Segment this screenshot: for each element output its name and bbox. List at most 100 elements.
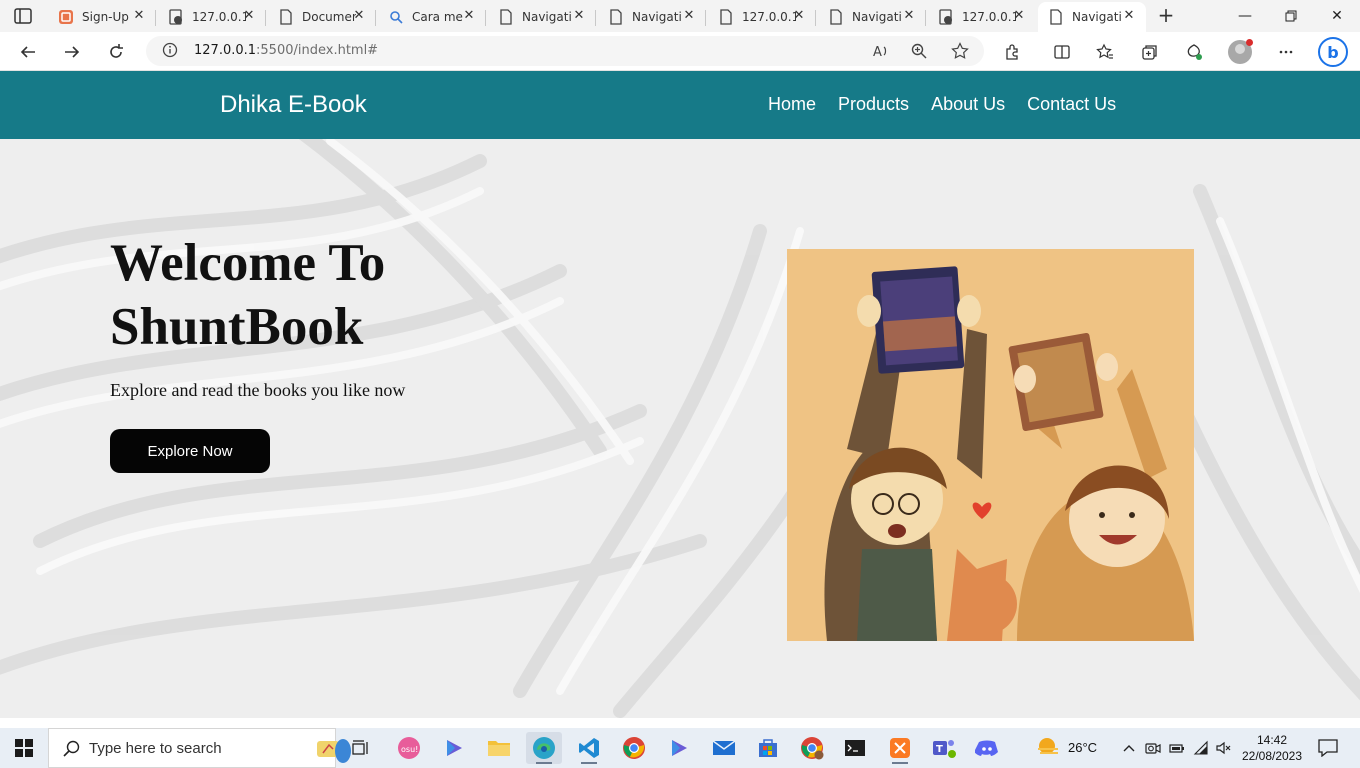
browser-tab[interactable]: Navigati ✕ — [598, 4, 706, 30]
tab-actions-icon[interactable] — [12, 7, 34, 25]
info-icon[interactable] — [162, 42, 178, 58]
notification-center-icon[interactable] — [1318, 739, 1338, 757]
show-hidden-icons-icon[interactable] — [1121, 740, 1137, 756]
mail-icon[interactable] — [706, 732, 742, 764]
split-screen-icon[interactable] — [1049, 39, 1075, 65]
browser-tab[interactable]: Navigati ✕ — [488, 4, 596, 30]
nav-about-us[interactable]: About Us — [931, 94, 1005, 115]
system-clock[interactable]: 14:42 22/08/2023 — [1236, 732, 1308, 764]
xampp-icon[interactable] — [882, 732, 918, 764]
battery-icon[interactable] — [1169, 740, 1185, 756]
hero-subtitle: Explore and read the books you like now — [110, 380, 406, 400]
tab-title: Navigati — [852, 10, 902, 24]
tab-close-icon[interactable]: ✕ — [462, 9, 476, 23]
sign-up-favicon-icon — [58, 9, 74, 25]
task-view-icon[interactable] — [342, 732, 378, 764]
site-nav: Home Products About Us Contact Us — [768, 94, 1116, 115]
nav-home[interactable]: Home — [768, 94, 816, 115]
forward-button[interactable] — [59, 39, 85, 65]
vscode-icon[interactable] — [571, 732, 607, 764]
restore-button[interactable] — [1268, 0, 1314, 32]
tab-close-icon[interactable]: ✕ — [242, 9, 256, 23]
weather-temperature[interactable]: 26°C — [1068, 740, 1097, 755]
hero-title-line-1: Welcome To — [110, 234, 386, 292]
edge-browser-icon[interactable] — [526, 732, 562, 764]
tab-title: Cara me — [412, 10, 463, 24]
page-favicon-icon — [1048, 9, 1064, 25]
close-window-button[interactable]: ✕ — [1314, 0, 1360, 32]
page-bottom-gap — [0, 718, 1360, 728]
tab-close-icon[interactable]: ✕ — [352, 9, 366, 23]
tab-close-icon[interactable]: ✕ — [1012, 9, 1026, 23]
back-button[interactable] — [15, 39, 41, 65]
bing-copilot-icon[interactable]: b — [1318, 37, 1348, 67]
terminal-icon[interactable] — [837, 732, 873, 764]
browser-tab-active[interactable]: Navigati ✕ — [1038, 2, 1146, 32]
volume-muted-icon[interactable] — [1215, 740, 1231, 756]
store-icon[interactable] — [750, 732, 786, 764]
svg-text:T: T — [936, 744, 943, 755]
new-tab-button[interactable]: + — [1154, 4, 1178, 28]
page-favicon-icon — [278, 9, 294, 25]
read-aloud-icon[interactable]: A — [868, 38, 894, 64]
browser-tab[interactable]: Document ✕ — [268, 4, 376, 30]
taskbar-search-box[interactable]: Type here to search — [48, 728, 351, 768]
refresh-button[interactable] — [103, 39, 129, 65]
hero-title: Welcome To ShuntBook — [110, 231, 530, 359]
url-text[interactable]: 127.0.0.1:5500/index.html# — [194, 43, 378, 58]
more-options-icon[interactable] — [1273, 39, 1299, 65]
notification-dot — [1246, 39, 1253, 46]
explore-now-button[interactable]: Explore Now — [110, 429, 270, 473]
tab-close-icon[interactable]: ✕ — [572, 9, 586, 23]
start-button[interactable] — [0, 728, 48, 768]
extensions-icon[interactable] — [1000, 39, 1026, 65]
power-automate-icon[interactable] — [436, 732, 472, 764]
url-host: 127.0.0.1 — [194, 43, 257, 58]
tab-close-icon[interactable]: ✕ — [792, 9, 806, 23]
minimize-button[interactable]: — — [1222, 0, 1268, 32]
address-bar[interactable]: 127.0.0.1:5500/index.html# A — [146, 36, 984, 66]
browser-tab[interactable]: 127.0.0.1 ✕ — [708, 4, 816, 30]
browser-tab[interactable]: 127.0.0.1 ✕ — [158, 4, 266, 30]
tab-close-icon[interactable]: ✕ — [132, 9, 146, 23]
tab-close-icon[interactable]: ✕ — [902, 9, 916, 23]
favorite-star-icon[interactable] — [947, 38, 973, 64]
local-server-favicon-icon — [168, 9, 184, 25]
favorites-icon[interactable] — [1092, 39, 1118, 65]
browser-tab[interactable]: Cara me ✕ — [378, 4, 486, 30]
tab-close-icon[interactable]: ✕ — [1122, 9, 1136, 23]
wifi-icon[interactable] — [1193, 740, 1209, 756]
page-favicon-icon — [718, 9, 734, 25]
url-path: :5500/index.html# — [256, 43, 379, 58]
tab-title: 127.0.0.1 — [192, 10, 246, 24]
svg-text:osu!: osu! — [401, 745, 418, 754]
nav-products[interactable]: Products — [838, 94, 909, 115]
clock-date: 22/08/2023 — [1241, 749, 1303, 763]
teams-icon[interactable]: T — [926, 732, 962, 764]
browser-tab[interactable]: 127.0.0.1 ✕ — [928, 4, 1036, 30]
tab-title: Document — [302, 10, 356, 24]
zoom-icon[interactable] — [906, 38, 932, 64]
osu-app-icon[interactable]: osu! — [391, 732, 427, 764]
page-favicon-icon — [828, 9, 844, 25]
chrome-icon[interactable] — [616, 732, 652, 764]
page-favicon-icon — [498, 9, 514, 25]
performance-icon[interactable] — [1181, 39, 1207, 65]
search-favicon-icon — [388, 9, 404, 25]
collections-icon[interactable] — [1137, 39, 1163, 65]
nav-contact-us[interactable]: Contact Us — [1027, 94, 1116, 115]
windows-logo-icon — [15, 739, 33, 757]
camera-icon[interactable] — [1145, 740, 1161, 756]
weather-icon[interactable] — [1035, 736, 1061, 760]
chrome-profile-icon[interactable] — [794, 732, 830, 764]
site-brand[interactable]: Dhika E-Book — [220, 91, 367, 119]
tab-close-icon[interactable]: ✕ — [682, 9, 696, 23]
discord-icon[interactable] — [969, 732, 1005, 764]
tab-title: Navigati — [1072, 10, 1122, 24]
browser-tab[interactable]: Sign-Up ✕ — [48, 4, 156, 30]
power-automate-2-icon[interactable] — [661, 732, 697, 764]
browser-tab[interactable]: Navigati ✕ — [818, 4, 926, 30]
file-explorer-icon[interactable] — [481, 732, 517, 764]
hero-illustration — [787, 249, 1194, 641]
hero-title-line-2: ShuntBook — [110, 298, 364, 356]
